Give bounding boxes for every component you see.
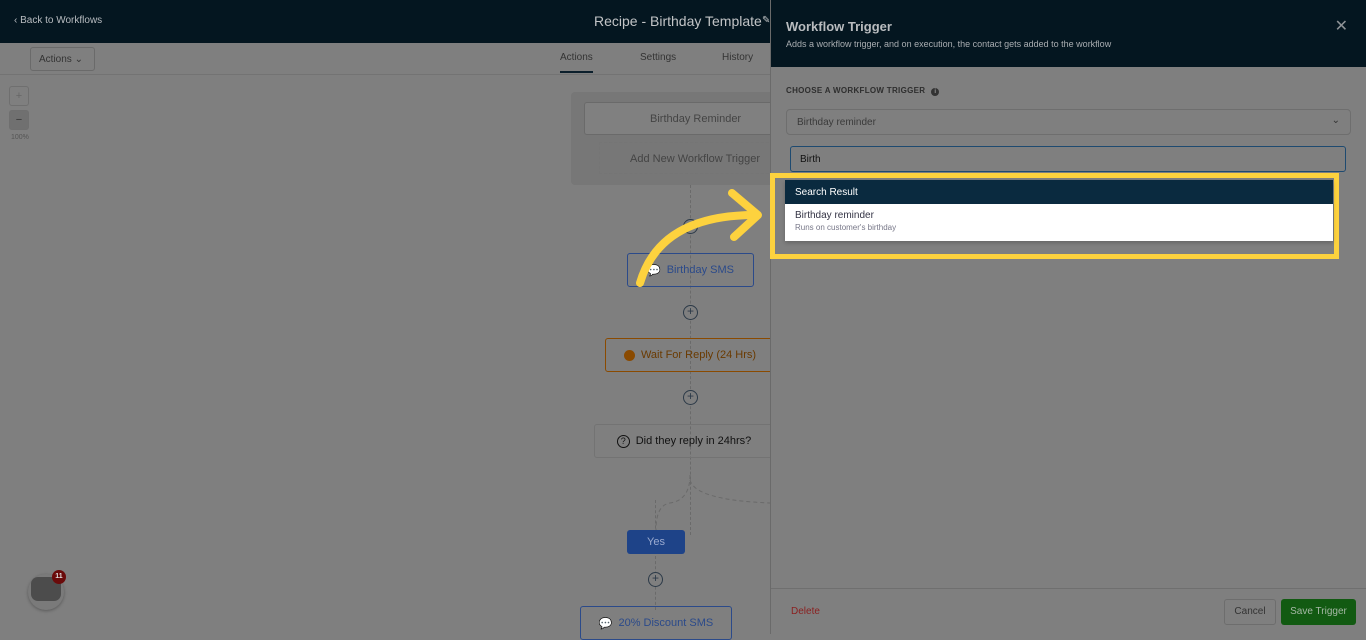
node-label: Wait For Reply (24 Hrs)	[640, 349, 757, 361]
option-name: Birthday reminder	[795, 210, 874, 221]
actions-label: Actions	[39, 54, 72, 65]
add-step-plus-icon[interactable]: +	[648, 572, 663, 587]
toolbar: Actions ⌄ Actions Settings History	[0, 43, 770, 75]
search-results-dropdown: Search Result Birthday reminder Runs on …	[785, 180, 1333, 241]
question-icon: ?	[616, 434, 630, 448]
actions-dropdown[interactable]: Actions ⌄	[30, 47, 95, 71]
trigger-search-input[interactable]	[790, 146, 1346, 172]
discount-sms-node[interactable]: 💬 20% Discount SMS	[580, 606, 732, 640]
sms-icon: 💬	[598, 617, 613, 630]
add-trigger-button[interactable]: Add New Workflow Trigger	[599, 142, 779, 174]
zoom-out-button[interactable]: −	[9, 110, 29, 130]
chevron-down-icon: ⌄	[74, 54, 83, 65]
delete-button[interactable]: Delete	[791, 606, 820, 617]
chat-badge: 11	[52, 570, 66, 584]
workflow-trigger-panel: Workflow Trigger Adds a workflow trigger…	[770, 0, 1366, 634]
yes-branch-node[interactable]: Yes	[627, 530, 685, 554]
trigger-node[interactable]: Birthday Reminder	[584, 102, 784, 135]
tab-actions[interactable]: Actions	[560, 52, 593, 73]
add-step-plus-icon[interactable]: +	[683, 305, 698, 320]
node-label: 20% Discount SMS	[618, 617, 714, 629]
save-trigger-button[interactable]: Save Trigger	[1281, 599, 1356, 625]
selected-trigger: Birthday reminder	[797, 117, 876, 128]
results-header: Search Result	[785, 180, 1333, 204]
cancel-button[interactable]: Cancel	[1224, 599, 1276, 625]
close-icon[interactable]: ✕	[1335, 16, 1348, 36]
zoom-in-button[interactable]: +	[9, 86, 29, 106]
tab-settings[interactable]: Settings	[640, 52, 676, 63]
result-option-birthday-reminder[interactable]: Birthday reminder Runs on customer's bir…	[785, 204, 1333, 238]
wait-node[interactable]: Wait For Reply (24 Hrs)	[605, 338, 775, 372]
highlight-box: Search Result Birthday reminder Runs on …	[770, 173, 1339, 259]
add-step-plus-icon[interactable]: +	[683, 390, 698, 405]
info-icon[interactable]: i	[931, 88, 940, 96]
workflow-title: Recipe - Birthday Template	[594, 13, 762, 29]
zoom-level: 100%	[11, 134, 29, 141]
condition-node[interactable]: ? Did they reply in 24hrs?	[594, 424, 774, 458]
back-label: Back to Workflows	[20, 15, 103, 26]
section-label: CHOOSE A WORKFLOW TRIGGER i	[786, 86, 940, 96]
panel-subtitle: Adds a workflow trigger, and on executio…	[786, 39, 1112, 49]
option-description: Runs on customer's birthday	[795, 223, 897, 232]
section-label-text: CHOOSE A WORKFLOW TRIGGER	[786, 86, 926, 95]
tab-history[interactable]: History	[722, 52, 753, 63]
trigger-select[interactable]: Birthday reminder ⌄	[786, 109, 1351, 135]
panel-header: Workflow Trigger Adds a workflow trigger…	[771, 0, 1366, 67]
node-label: Did they reply in 24hrs?	[635, 435, 752, 447]
back-to-workflows-link[interactable]: ‹ Back to Workflows	[14, 15, 102, 26]
chevron-down-icon: ⌄	[1331, 115, 1340, 126]
panel-footer-divider	[771, 588, 1366, 589]
clock-icon	[623, 349, 635, 361]
panel-title: Workflow Trigger	[786, 19, 892, 34]
branch-connector	[655, 475, 771, 531]
pointer-arrow-icon	[636, 189, 762, 287]
